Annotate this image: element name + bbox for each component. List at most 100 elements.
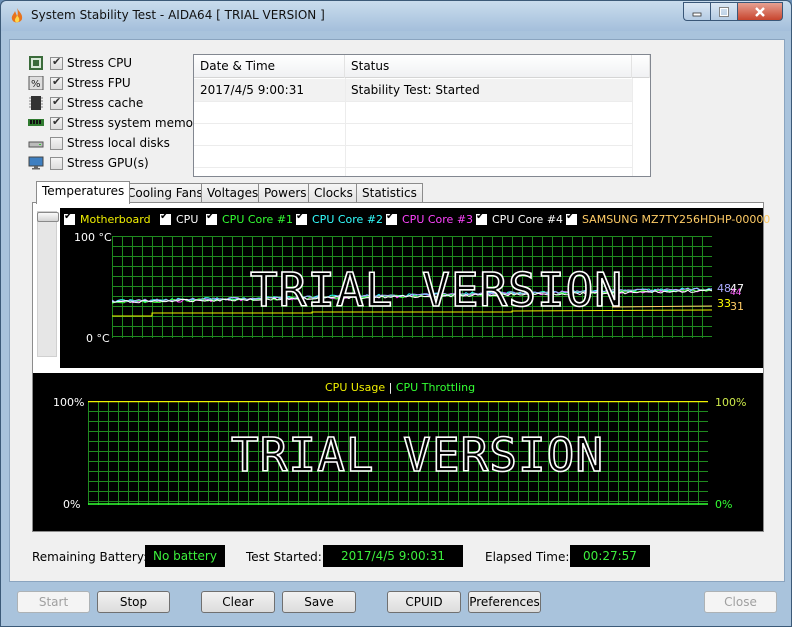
trial-watermark: TRIAL VERSION — [230, 427, 605, 483]
tab-statistics[interactable]: Statistics — [356, 183, 423, 203]
tab-powers[interactable]: Powers — [258, 183, 313, 203]
legend-cpu-throttling[interactable]: CPU Throttling — [396, 381, 475, 394]
legend-label: CPU — [176, 213, 199, 226]
stress-disks-option[interactable]: Stress local disks — [28, 134, 208, 152]
cpu-right-max-label: 100% — [715, 396, 747, 409]
stress-memory-option[interactable]: Stress system memory — [28, 114, 208, 132]
aida64-window: System Stability Test - AIDA64 [ TRIAL V… — [0, 0, 792, 627]
cpu-legend: CPU Usage | CPU Throttling — [325, 381, 475, 397]
stability-log-table[interactable]: Date & Time Status 2017/4/5 9:00:31 Stab… — [193, 54, 651, 177]
legend-cpu-core-1[interactable]: CPU Core #1 — [206, 211, 294, 226]
title-bar[interactable]: System Stability Test - AIDA64 [ TRIAL V… — [1, 1, 791, 31]
temperatures-panel: Motherboard CPU CPU Core #1 CPU Core #2 … — [32, 202, 770, 532]
legend-cpu-core-4[interactable]: CPU Core #4 — [476, 211, 563, 226]
legend-checkbox[interactable] — [296, 211, 307, 225]
stress-gpu-label: Stress GPU(s) — [67, 156, 149, 170]
temperature-chart: Motherboard CPU CPU Core #1 CPU Core #2 … — [60, 208, 770, 368]
temp-y-min-label: 0 °C — [86, 332, 110, 345]
fpu-percent-icon: % — [28, 75, 44, 91]
legend-label: CPU Core #3 — [402, 213, 474, 226]
legend-separator: | — [388, 381, 393, 394]
legend-motherboard[interactable]: Motherboard — [64, 211, 151, 226]
log-header: Date & Time Status — [194, 55, 650, 78]
close-window-button[interactable] — [737, 2, 783, 21]
preferences-button[interactable]: Preferences — [468, 591, 541, 613]
legend-checkbox[interactable] — [386, 211, 397, 225]
legend-checkbox[interactable] — [64, 211, 75, 225]
memory-module-icon — [28, 116, 44, 130]
stop-button[interactable]: Stop — [97, 591, 170, 613]
stress-cache-checkbox[interactable] — [50, 95, 63, 110]
start-button[interactable]: Start — [17, 591, 90, 613]
legend-checkbox[interactable] — [566, 211, 577, 225]
legend-checkbox[interactable] — [476, 211, 487, 225]
battery-label: Remaining Battery: — [32, 550, 148, 564]
window-title: System Stability Test - AIDA64 [ TRIAL V… — [31, 8, 325, 22]
test-started-label: Test Started: — [246, 550, 322, 564]
legend-samsung-ssd[interactable]: SAMSUNG MZ7TY256HDHP-00000 — [566, 211, 770, 226]
close-icon — [755, 6, 765, 17]
stress-fpu-option[interactable]: % Stress FPU — [28, 74, 208, 92]
stress-gpu-option[interactable]: Stress GPU(s) — [28, 154, 208, 172]
row-divider — [194, 101, 632, 102]
legend-checkbox[interactable] — [206, 211, 217, 225]
legend-cpu-usage[interactable]: CPU Usage — [325, 381, 385, 394]
stress-cache-label: Stress cache — [67, 96, 144, 110]
tab-clocks[interactable]: Clocks — [308, 183, 359, 203]
test-started-value: 2017/4/5 9:00:31 — [323, 545, 463, 567]
stress-memory-label: Stress system memory — [67, 116, 206, 130]
clear-button[interactable]: Clear — [201, 591, 275, 613]
svg-text:%: % — [31, 79, 41, 90]
legend-label: CPU Core #2 — [312, 213, 384, 226]
cpu-right-min-label: 0% — [715, 498, 733, 511]
row-divider — [194, 123, 632, 124]
elapsed-time-value: 00:27:57 — [570, 545, 650, 567]
minimize-icon — [692, 12, 702, 16]
row-divider — [194, 167, 632, 168]
legend-checkbox[interactable] — [160, 211, 171, 225]
temp-y-max-label: 100 °C — [74, 231, 112, 244]
table-row[interactable]: 2017/4/5 9:00:31 Stability Test: Started — [194, 79, 632, 101]
row-divider — [194, 145, 632, 146]
cpuid-button[interactable]: CPUID — [387, 591, 461, 613]
stress-gpu-checkbox[interactable] — [50, 156, 63, 170]
stress-cpu-label: Stress CPU — [67, 56, 133, 70]
stress-fpu-label: Stress FPU — [67, 76, 131, 90]
tab-voltages[interactable]: Voltages — [201, 183, 265, 203]
stress-cpu-option[interactable]: Stress CPU — [28, 54, 208, 72]
close-button[interactable]: Close — [704, 591, 777, 613]
legend-cpu[interactable]: CPU — [160, 211, 199, 226]
row-status: Stability Test: Started — [351, 83, 480, 97]
slider-thumb[interactable] — [37, 212, 59, 222]
stress-disks-checkbox[interactable] — [50, 136, 63, 150]
stress-cpu-checkbox[interactable] — [50, 55, 63, 70]
column-spacer — [632, 55, 650, 78]
column-divider — [345, 78, 346, 176]
tab-cooling-fans[interactable]: Cooling Fans — [121, 183, 209, 203]
client-area: Stress CPU % Stress FPU Stress cache — [9, 39, 785, 582]
column-status[interactable]: Status — [345, 55, 632, 78]
cache-chip-icon — [28, 96, 44, 110]
column-datetime[interactable]: Date & Time — [194, 55, 345, 78]
legend-cpu-core-3[interactable]: CPU Core #3 — [386, 211, 474, 226]
monitor-gpu-icon — [28, 156, 44, 170]
minimize-button[interactable] — [683, 2, 710, 21]
maximize-button[interactable] — [710, 2, 737, 21]
row-datetime: 2017/4/5 9:00:31 — [200, 83, 304, 97]
time-scale-slider[interactable] — [37, 211, 59, 357]
stress-fpu-checkbox[interactable] — [50, 75, 63, 90]
battery-value: No battery — [145, 545, 225, 567]
stress-memory-checkbox[interactable] — [50, 115, 63, 130]
stress-cache-option[interactable]: Stress cache — [28, 94, 208, 112]
tab-temperatures[interactable]: Temperatures — [36, 181, 131, 204]
save-button[interactable]: Save — [282, 591, 356, 613]
aida64-flame-icon — [11, 8, 23, 23]
legend-cpu-core-2[interactable]: CPU Core #2 — [296, 211, 384, 226]
legend-label: CPU Core #1 — [222, 213, 294, 226]
value-label-33: 33 — [717, 297, 731, 310]
cpu-left-max-label: 100% — [53, 396, 85, 409]
cpu-chip-icon — [28, 56, 44, 70]
value-label-44: 44 — [730, 288, 742, 298]
elapsed-time-label: Elapsed Time: — [485, 550, 570, 564]
cpu-left-min-label: 0% — [63, 498, 81, 511]
